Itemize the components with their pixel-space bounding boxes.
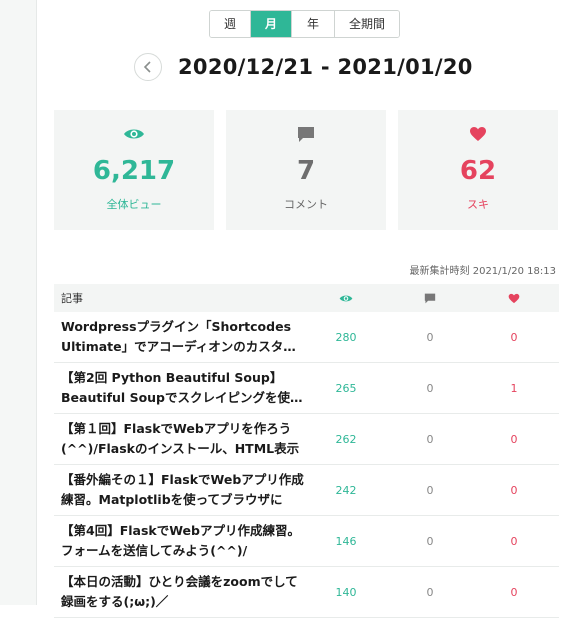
table-row: Wordpressプラグイン「Shortcodes Ultimate」でアコーデ… <box>54 312 559 363</box>
comments-value: 7 <box>296 156 316 186</box>
article-title[interactable]: Wordpressプラグイン「Shortcodes Ultimate」でアコーデ… <box>61 317 304 357</box>
row-comments: 0 <box>426 534 434 548</box>
last-updated: 最新集計時刻 2021/1/20 18:13 <box>409 266 556 277</box>
header-likes <box>472 293 556 304</box>
row-views: 242 <box>335 483 357 497</box>
article-title[interactable]: 【第2回 Python Beautiful Soup】Beautiful Sou… <box>61 368 304 408</box>
views-value: 6,217 <box>92 156 176 186</box>
tab-week[interactable]: 週 <box>210 11 251 37</box>
views-label: 全体ビュー <box>106 198 162 211</box>
table-header: 記事 <box>54 284 559 312</box>
header-views <box>304 294 388 303</box>
comments-label: コメント <box>284 198 328 211</box>
row-views: 146 <box>335 534 357 548</box>
row-likes: 1 <box>510 381 518 395</box>
period-tabs: 週 月 年 全期間 <box>209 10 400 38</box>
table-row: 【第2回 Python Beautiful Soup】Beautiful Sou… <box>54 363 559 414</box>
stat-cards: 6,217 全体ビュー 7 コメント 62 スキ <box>54 110 558 230</box>
table-row: 【第１回】FlaskでWebアプリを作ろう(^^)/Flaskのインストール、H… <box>54 414 559 465</box>
row-comments: 0 <box>426 381 434 395</box>
heart-icon <box>469 124 487 144</box>
date-range: 2020/12/21 - 2021/01/20 <box>178 55 473 79</box>
eye-icon <box>339 295 353 301</box>
heart-icon <box>508 293 520 303</box>
row-likes: 0 <box>510 330 518 344</box>
article-title[interactable]: 【本日の活動】ひとり会議をzoomでして録画をする(;ω;)／ <box>61 572 304 612</box>
table-row: 【本日の活動】ひとり会議をzoomでして録画をする(;ω;)／ 140 0 0 <box>54 567 559 618</box>
comment-icon <box>297 124 315 144</box>
views-card: 6,217 全体ビュー <box>54 110 214 230</box>
comments-card: 7 コメント <box>226 110 386 230</box>
tab-year[interactable]: 年 <box>292 11 335 37</box>
row-likes: 0 <box>510 483 518 497</box>
eye-icon <box>123 124 145 144</box>
prev-period-button[interactable] <box>134 53 162 81</box>
tab-all-time[interactable]: 全期間 <box>335 11 399 37</box>
chevron-left-icon <box>143 61 151 73</box>
row-likes: 0 <box>510 432 518 446</box>
date-header: 2020/12/21 - 2021/01/20 <box>134 52 473 82</box>
table-row: 【番外編その１】FlaskでWebアプリ作成練習。Matplotlibを使ってブ… <box>54 465 559 516</box>
table-row: 【第4回】FlaskでWebアプリ作成練習。フォームを送信してみよう(^^)/ … <box>54 516 559 567</box>
tab-month[interactable]: 月 <box>251 11 292 37</box>
row-comments: 0 <box>426 483 434 497</box>
row-comments: 0 <box>426 432 434 446</box>
left-sidebar <box>0 0 37 605</box>
articles-table: 記事 Wordpressプラグイン「Shortcodes Ultimate」でア… <box>54 284 559 618</box>
row-comments: 0 <box>426 330 434 344</box>
article-title[interactable]: 【第１回】FlaskでWebアプリを作ろう(^^)/Flaskのインストール、H… <box>61 419 304 459</box>
row-comments: 0 <box>426 585 434 599</box>
article-title[interactable]: 【第4回】FlaskでWebアプリ作成練習。フォームを送信してみよう(^^)/ <box>61 521 304 561</box>
likes-label: スキ <box>467 198 489 211</box>
header-comments <box>388 293 472 304</box>
row-views: 262 <box>335 432 357 446</box>
row-views: 265 <box>335 381 357 395</box>
article-title[interactable]: 【番外編その１】FlaskでWebアプリ作成練習。Matplotlibを使ってブ… <box>61 470 304 510</box>
stats-main: 週 月 年 全期間 2020/12/21 - 2021/01/20 6,217 … <box>44 0 564 618</box>
row-likes: 0 <box>510 585 518 599</box>
header-title: 記事 <box>61 292 83 305</box>
likes-value: 62 <box>459 156 497 186</box>
row-views: 140 <box>335 585 357 599</box>
row-likes: 0 <box>510 534 518 548</box>
row-views: 280 <box>335 330 357 344</box>
likes-card: 62 スキ <box>398 110 558 230</box>
comment-icon <box>424 293 436 303</box>
